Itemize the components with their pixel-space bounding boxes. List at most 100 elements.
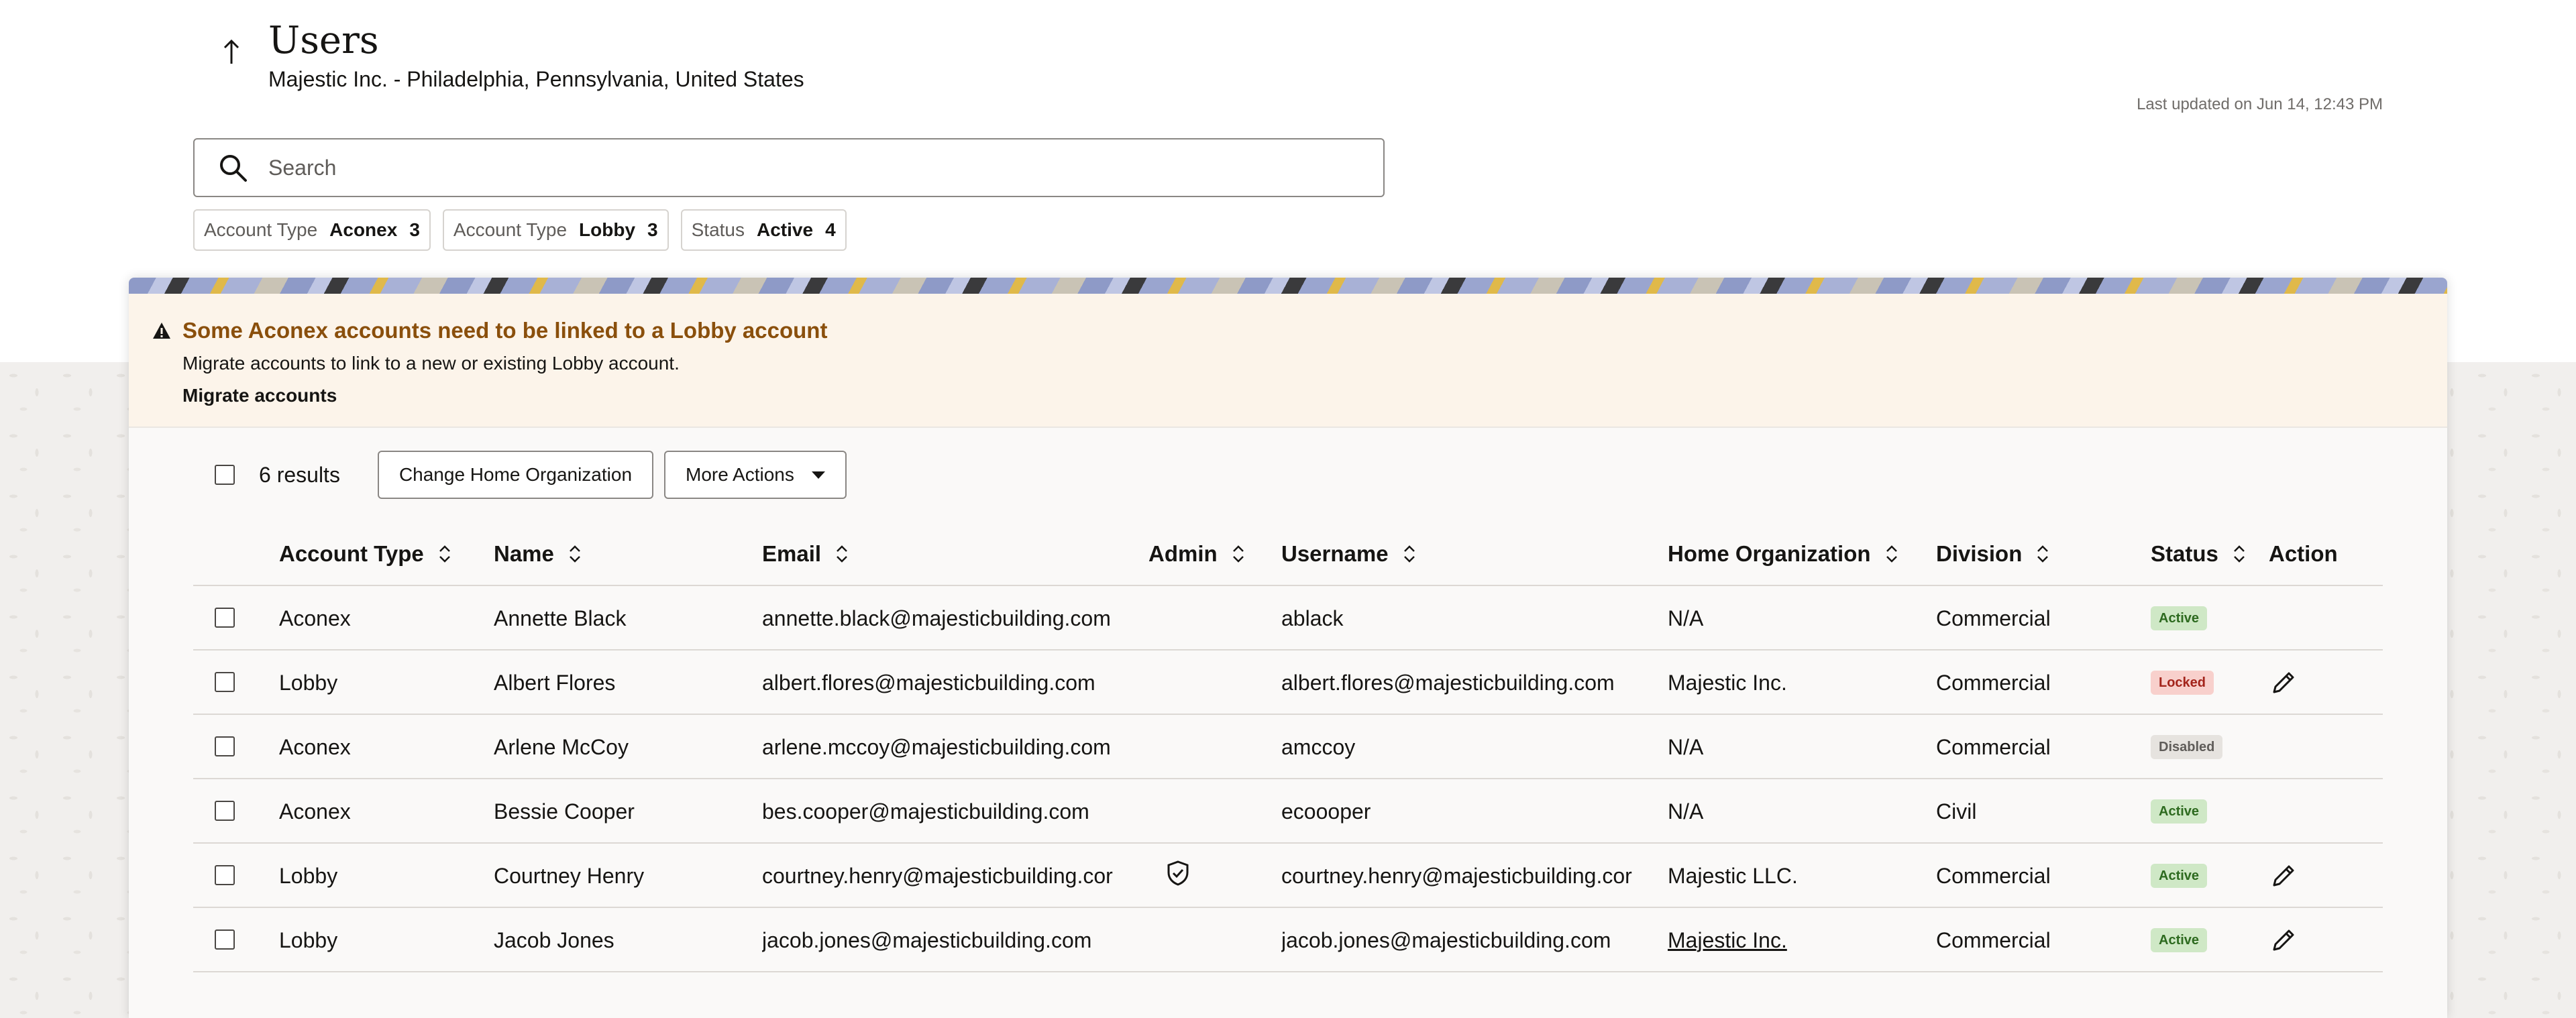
pencil-icon[interactable] <box>2267 924 2300 956</box>
users-card: Some Aconex accounts need to be linked t… <box>129 278 2447 1018</box>
filter-chip-key: Account Type <box>453 219 568 240</box>
cell-text[interactable]: Majestic Inc. <box>1668 928 1787 953</box>
cell-text: Civil <box>1936 799 1977 824</box>
pencil-icon[interactable] <box>2267 667 2300 699</box>
cell-text: Aconex <box>279 734 351 759</box>
cell-email: bes.cooper@majesticbuilding.com <box>762 779 1138 844</box>
cell-text: N/A <box>1668 734 1704 759</box>
cell-username: ablack <box>1281 586 1657 651</box>
cell-text: Lobby <box>279 927 338 952</box>
decorative-banner <box>129 278 2447 294</box>
cell-account-type: Aconex <box>279 586 480 651</box>
cell-home-organization: N/A <box>1668 779 1923 844</box>
filter-chips: Account Type Aconex 3 Account Type Lobby… <box>193 209 847 251</box>
filter-chip-value: Active <box>757 219 814 240</box>
cell-admin <box>1148 844 1269 908</box>
filter-chip-key: Account Type <box>204 219 318 240</box>
status-badge: Active <box>2151 928 2208 952</box>
column-header-label: Name <box>494 541 554 566</box>
cell-text: arlene.mccoy@majesticbuilding.com <box>762 734 1111 759</box>
cell-action <box>2267 908 2348 972</box>
cell-text: jacob.jones@majesticbuilding.com <box>1281 927 1611 952</box>
cell-text: ablack <box>1281 606 1344 630</box>
cell-username: ecoooper <box>1281 779 1657 844</box>
users-table: Account Type Name Email Admin Username H… <box>193 522 2383 972</box>
cell-account-type: Aconex <box>279 715 480 779</box>
warning-description: Migrate accounts to link to a new or exi… <box>182 353 680 374</box>
cell-text: annette.black@majesticbuilding.com <box>762 606 1111 630</box>
cell-text: courtney.henry@majesticbuilding.cor <box>1281 863 1632 888</box>
cell-admin <box>1148 715 1269 779</box>
sort-icon <box>1886 545 1897 563</box>
cell-admin <box>1148 779 1269 844</box>
cell-division: Civil <box>1936 779 2137 844</box>
filter-chip[interactable]: Account Type Aconex 3 <box>193 209 431 251</box>
sort-icon <box>570 545 580 563</box>
cell-home-organization: Majestic LLC. <box>1668 844 1923 908</box>
cell-text: Commercial <box>1936 734 2051 759</box>
cell-text: Majestic Inc. <box>1668 670 1787 695</box>
column-header-label: Action <box>2269 541 2338 566</box>
row-checkbox[interactable] <box>215 736 235 756</box>
row-checkbox[interactable] <box>215 608 235 628</box>
chevron-down-icon <box>811 471 825 479</box>
sort-icon <box>1403 545 1415 563</box>
last-updated-text: Last updated on Jun 14, 12:43 PM <box>2137 95 2383 113</box>
column-header-home-organization[interactable]: Home Organization <box>1668 522 1899 586</box>
filter-chip-value: Lobby <box>579 219 636 240</box>
cell-text: Annette Black <box>494 606 627 630</box>
status-badge: Active <box>2151 799 2208 824</box>
warning-message: Some Aconex accounts need to be linked t… <box>129 294 2447 428</box>
column-header-division[interactable]: Division <box>1936 522 2050 586</box>
cell-username: albert.flores@majesticbuilding.com <box>1281 651 1657 715</box>
change-home-organization-button[interactable]: Change Home Organization <box>377 451 654 499</box>
cell-action <box>2267 844 2348 908</box>
cell-email: courtney.henry@majesticbuilding.cor <box>762 844 1138 908</box>
table-row: Lobby Courtney Henry courtney.henry@maje… <box>193 844 2383 908</box>
sort-icon <box>2037 545 2049 563</box>
cell-name: Courtney Henry <box>494 844 749 908</box>
cell-text: bes.cooper@majesticbuilding.com <box>762 799 1089 824</box>
cell-account-type: Lobby <box>279 651 480 715</box>
migrate-accounts-link[interactable]: Migrate accounts <box>182 385 337 406</box>
cell-home-organization: N/A <box>1668 715 1923 779</box>
cell-name: Albert Flores <box>494 651 749 715</box>
row-checkbox[interactable] <box>215 672 235 692</box>
cell-text: albert.flores@majesticbuilding.com <box>762 670 1095 695</box>
filter-chip-key: Status <box>691 219 745 240</box>
cell-name: Bessie Cooper <box>494 779 749 844</box>
column-header-status[interactable]: Status <box>2151 522 2247 586</box>
select-all-checkbox[interactable] <box>215 465 235 485</box>
column-header-label: Division <box>1936 541 2023 566</box>
filter-chip-count: 3 <box>409 219 420 240</box>
sort-icon <box>439 545 450 563</box>
filter-chip[interactable]: Account Type Lobby 3 <box>442 209 669 251</box>
filter-chip-value: Aconex <box>329 219 398 240</box>
more-actions-button[interactable]: More Actions <box>664 451 847 499</box>
cell-text: Lobby <box>279 863 338 888</box>
search-input[interactable] <box>268 148 1383 188</box>
column-header-label: Admin <box>1148 541 1218 566</box>
cell-division: Commercial <box>1936 586 2137 651</box>
column-header-username[interactable]: Username <box>1281 522 1417 586</box>
row-checkbox[interactable] <box>215 865 235 885</box>
pencil-icon[interactable] <box>2267 860 2300 892</box>
cell-division: Commercial <box>1936 908 2137 972</box>
row-checkbox[interactable] <box>215 801 235 821</box>
cell-admin <box>1148 586 1269 651</box>
back-arrow-icon[interactable] <box>216 36 247 67</box>
filter-chip[interactable]: Status Active 4 <box>680 209 847 251</box>
column-header-email[interactable]: Email <box>762 522 849 586</box>
column-header-admin[interactable]: Admin <box>1148 522 1246 586</box>
cell-action <box>2267 586 2348 651</box>
column-header-name[interactable]: Name <box>494 522 582 586</box>
cell-action <box>2267 779 2348 844</box>
cell-text: jacob.jones@majesticbuilding.com <box>762 927 1092 952</box>
column-header-account-type[interactable]: Account Type <box>279 522 452 586</box>
status-badge: Disabled <box>2151 735 2223 759</box>
search-box[interactable] <box>193 138 1385 197</box>
row-checkbox[interactable] <box>215 929 235 950</box>
page-title: Users <box>268 19 379 62</box>
cell-home-organization: Majestic Inc. <box>1668 908 1923 972</box>
cell-action <box>2267 715 2348 779</box>
